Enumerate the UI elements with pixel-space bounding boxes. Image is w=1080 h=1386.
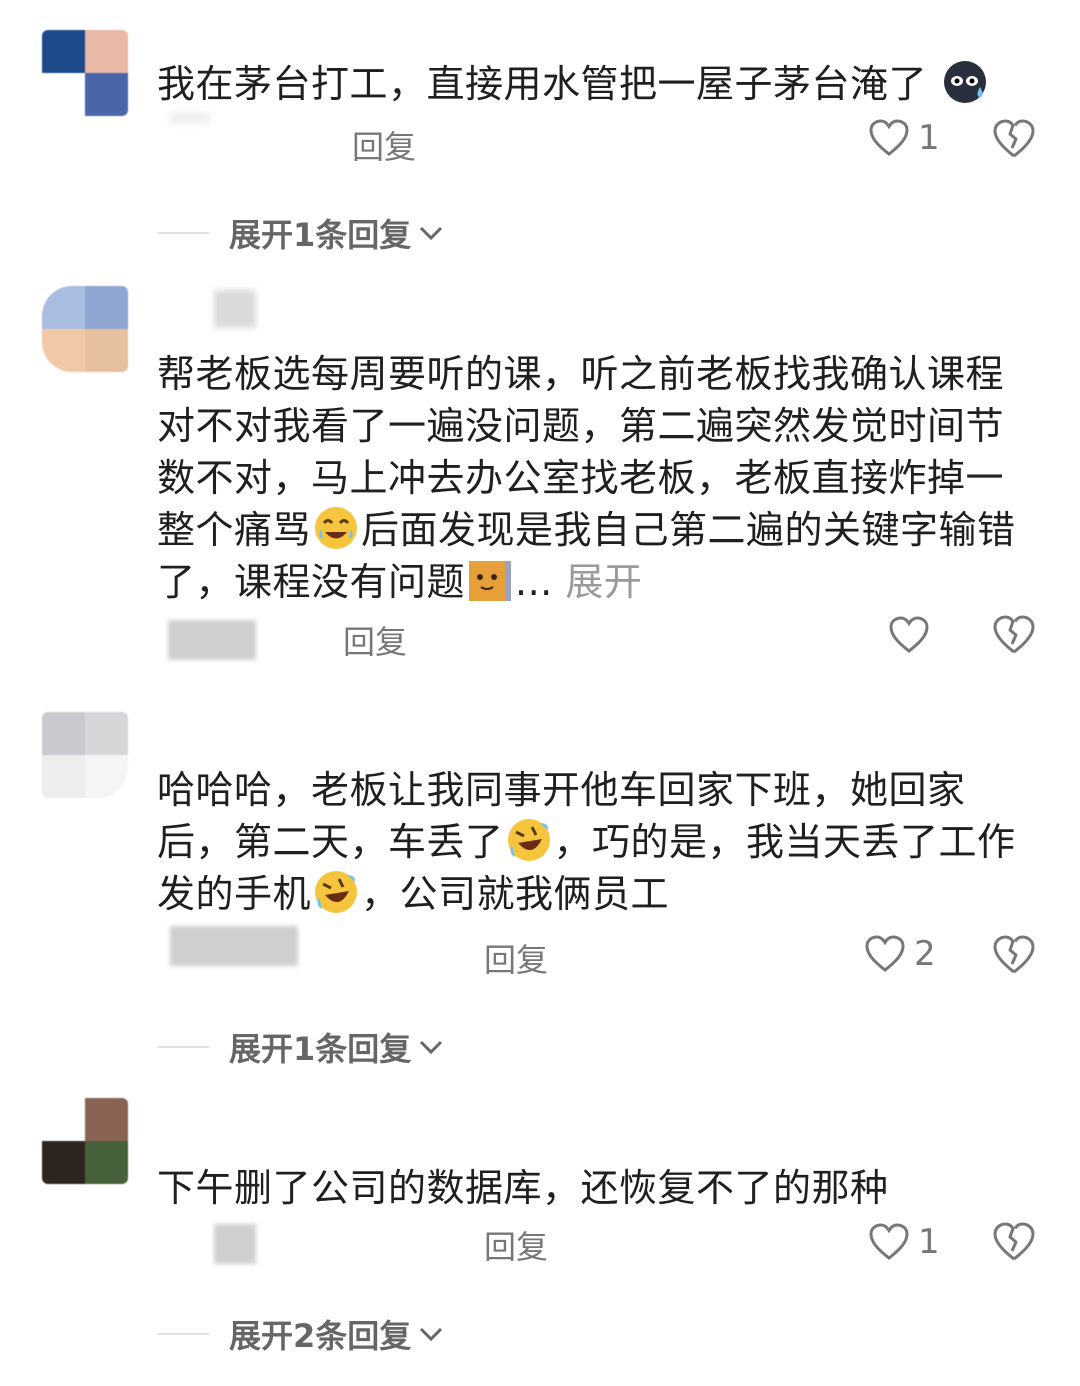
like-button[interactable]: 1 [868,1222,940,1262]
reply-button[interactable]: 回复 [352,122,416,168]
broken-heart-icon [993,119,1035,158]
chevron-down-icon [420,1327,443,1342]
sweat-emoji-icon [943,61,986,103]
chevron-down-icon [420,1040,443,1055]
timestamp-blurred [170,112,210,124]
avatar[interactable] [42,1098,128,1184]
like-count: 2 [914,934,936,974]
expand-replies-button[interactable]: 展开1条回复 [157,1024,445,1070]
cat-emoji-icon [469,561,512,601]
dislike-button[interactable] [992,1221,1036,1267]
dislike-button[interactable] [992,118,1036,164]
comment-text: 帮老板选每周要听的课，听之前老板找我确认课程对不对我看了一遍没问题，第二遍突然发… [157,352,1016,604]
like-button[interactable] [888,615,938,655]
rolling-laugh-emoji-icon [507,819,550,861]
like-count: 1 [918,118,940,158]
heart-icon [869,119,909,156]
like-button[interactable]: 2 [864,934,936,974]
broken-heart-icon [993,935,1035,974]
avatar[interactable] [42,30,128,116]
dislike-button[interactable] [992,614,1036,660]
broken-heart-icon [993,615,1035,654]
reply-button[interactable]: 回复 [343,617,407,663]
expand-text-link[interactable]: 展开 [565,560,642,604]
reply-button[interactable]: 回复 [484,1222,548,1268]
comment-text: 我在茅台打工，直接用水管把一屋子茅台淹了 [157,58,1037,110]
rolling-laugh-emoji-icon [315,871,358,913]
crying-laugh-emoji-icon [315,507,358,549]
like-button[interactable]: 1 [868,118,940,158]
expand-replies-button[interactable]: 展开1条回复 [157,210,445,256]
expand-replies-button[interactable]: 展开2条回复 [157,1311,445,1357]
username-blurred [214,290,256,328]
timestamp-blurred [170,926,298,966]
heart-icon [865,935,905,972]
avatar[interactable] [42,712,128,798]
timestamp-blurred [214,1224,256,1264]
timestamp-blurred [168,620,256,660]
heart-icon [889,616,929,653]
dislike-button[interactable] [992,934,1036,980]
heart-icon [869,1223,909,1260]
like-count: 1 [918,1222,940,1262]
comment-text: 下午删了公司的数据库，还恢复不了的那种 [157,1166,889,1210]
comment-text: 哈哈哈，老板让我同事开他车回家下班，她回家后，第二天，车丢了 ，巧的是，我当天丢了… [157,768,1016,916]
reply-button[interactable]: 回复 [484,935,548,981]
broken-heart-icon [993,1222,1035,1261]
chevron-down-icon [420,226,443,241]
avatar[interactable] [42,286,128,372]
